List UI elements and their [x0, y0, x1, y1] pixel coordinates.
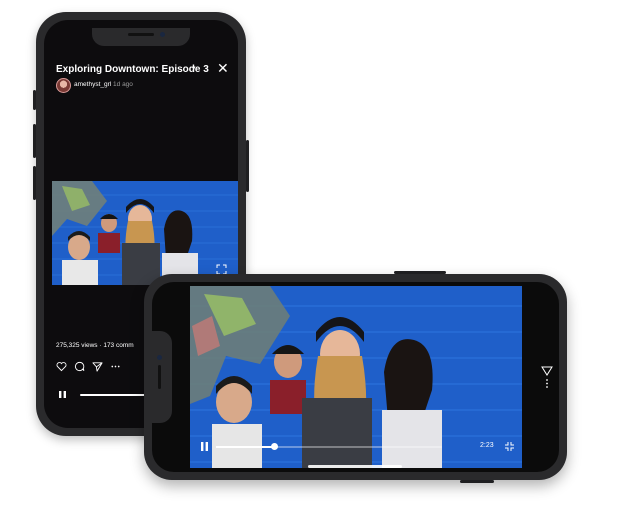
volume-button [460, 480, 494, 483]
progress-track[interactable] [216, 446, 442, 448]
landscape-video[interactable] [190, 286, 522, 468]
send-icon[interactable] [540, 364, 554, 390]
landscape-phone: 2:23 [144, 271, 567, 483]
heart-icon[interactable] [56, 361, 67, 372]
notch [152, 331, 172, 423]
send-icon[interactable] [92, 361, 103, 372]
collapse-icon[interactable] [504, 441, 515, 452]
more-icon[interactable] [110, 361, 121, 372]
portrait-video[interactable] [52, 181, 238, 285]
pause-icon[interactable] [200, 441, 209, 452]
elapsed-time: 2:23 [480, 442, 494, 449]
volume-down-button [33, 166, 36, 200]
volume-up-button [33, 124, 36, 158]
view-stats: 275,325 views · 173 comm [56, 342, 134, 349]
mute-switch [33, 90, 36, 110]
side-button [246, 140, 249, 192]
avatar[interactable] [56, 78, 71, 93]
pause-icon[interactable] [58, 390, 67, 399]
close-icon[interactable]: ✕ [217, 61, 229, 75]
comment-icon[interactable] [74, 361, 85, 372]
video-title[interactable]: Exploring Downtown: Episode 3 [56, 64, 209, 75]
side-button [394, 271, 446, 274]
action-bar [56, 361, 121, 372]
video-frame [190, 286, 522, 468]
landscape-screen: 2:23 [152, 282, 559, 472]
post-author: amethyst_grl 1d ago [74, 81, 133, 88]
video-frame [52, 181, 238, 285]
username[interactable]: amethyst_grl [74, 81, 111, 88]
home-indicator[interactable] [308, 465, 402, 468]
progress-fill [216, 446, 275, 448]
notch [92, 28, 190, 46]
chevron-down-icon[interactable]: ▾ [192, 64, 196, 72]
posted-time: 1d ago [113, 81, 133, 88]
